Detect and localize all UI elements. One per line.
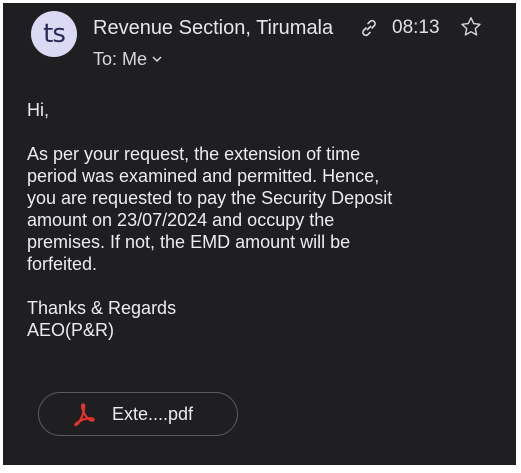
star-outline-icon[interactable] [459,15,483,39]
recipient-line: To: Me [93,49,148,69]
body-line: period was examined and permitted. Hence… [27,166,380,186]
link-icon [362,19,376,37]
attachment-chip[interactable]: Exte....pdf [38,392,238,436]
body-line: you are requested to pay the Security De… [27,188,393,208]
message-body: Hi, As per your request, the extension o… [27,99,497,341]
closing: Thanks & Regards [27,298,177,318]
received-time: 08:13 [392,17,440,38]
body-line: premises. If not, the EMD amount will be [27,232,351,252]
body-line: As per your request, the extension of ti… [27,144,361,164]
sender-avatar[interactable]: ts [31,11,77,57]
signature: AEO(P&R) [27,320,115,340]
body-line: amount on 23/07/2024 and occupy the [27,210,335,230]
greeting: Hi, [27,100,49,120]
attachment-name: Exte....pdf [112,403,194,424]
sender-name-fade [335,15,357,41]
email-view: ts Revenue Section, Tirumala To: Me 08:1… [3,3,516,465]
recipient-toggle[interactable]: To: Me [93,48,163,70]
chevron-down-icon [152,56,162,63]
pdf-icon [74,403,95,427]
body-line: forfeited. [27,254,98,274]
sender-name[interactable]: Revenue Section, Tirumala [93,16,355,40]
